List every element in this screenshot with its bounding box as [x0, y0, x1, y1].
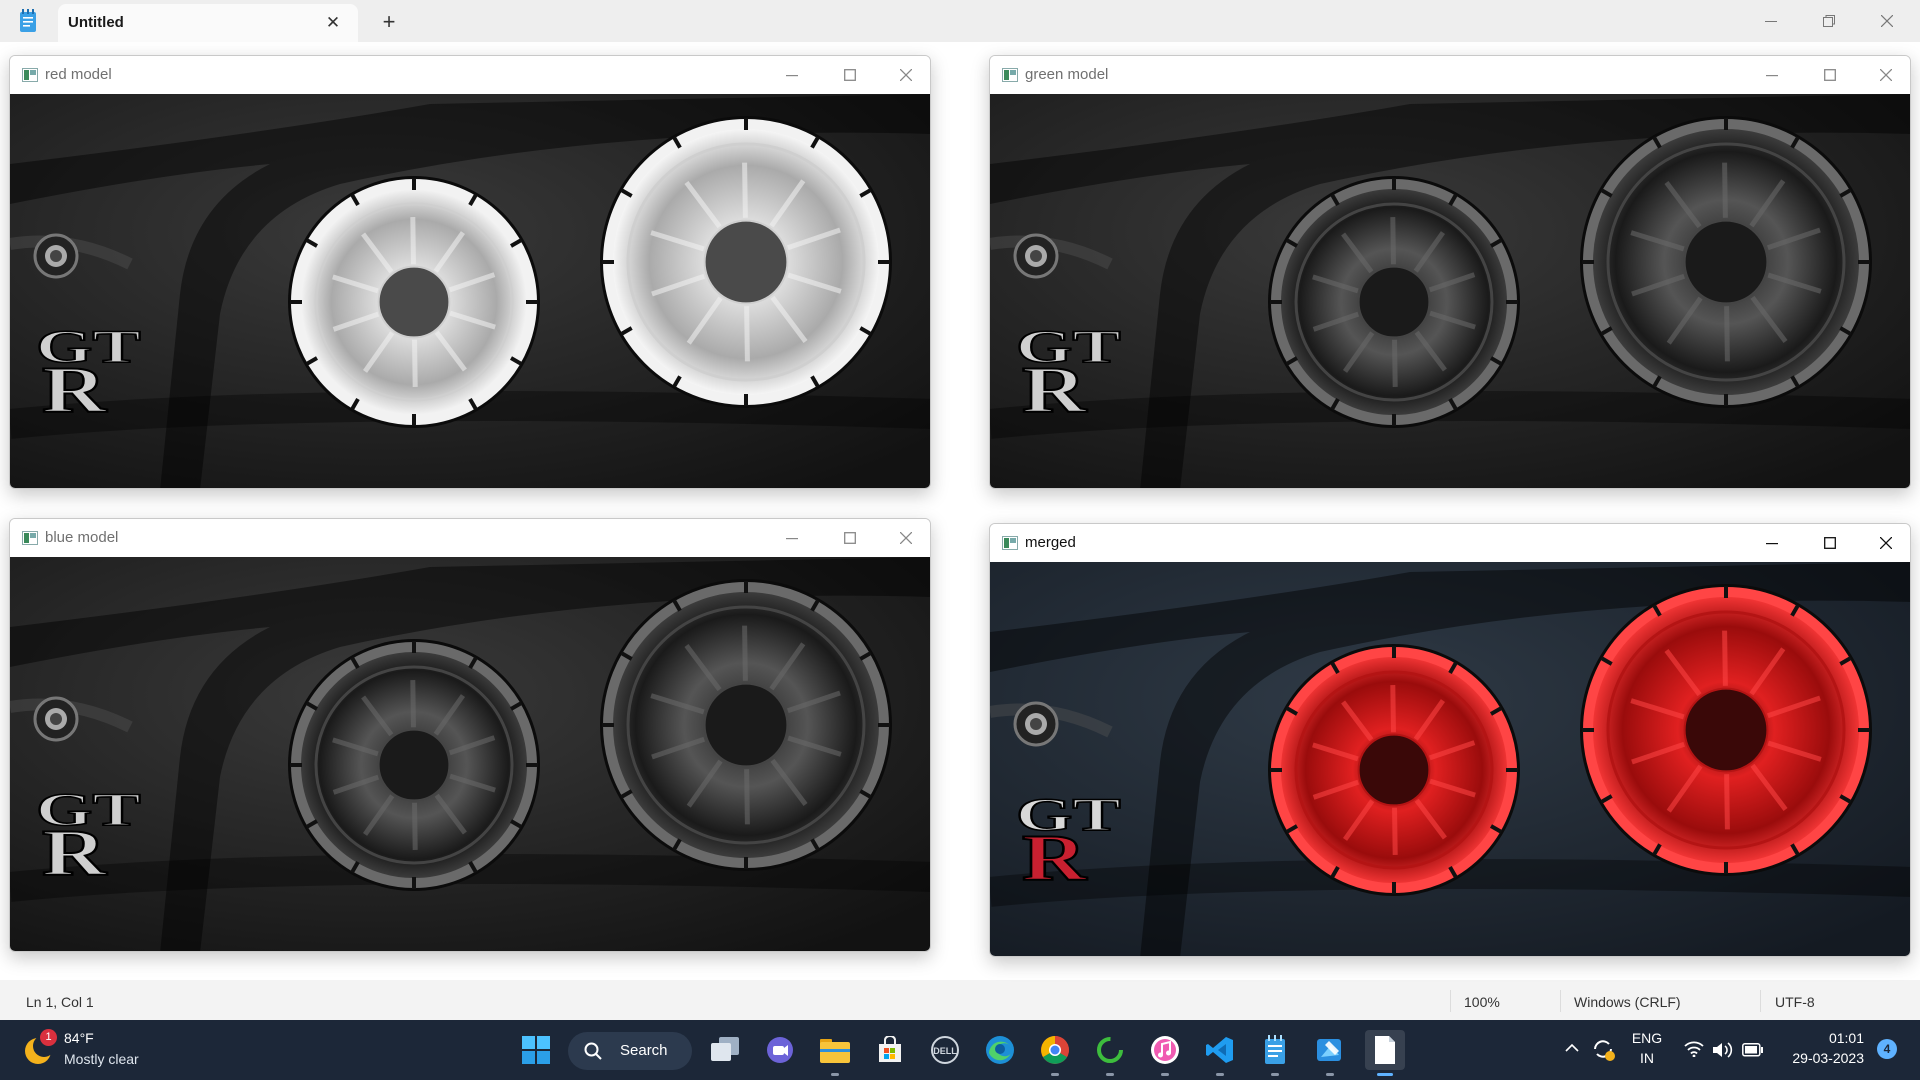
- language-code: ENG: [1631, 1030, 1663, 1046]
- window-title: blue model: [45, 529, 119, 546]
- svg-text:R: R: [42, 816, 108, 889]
- blue-model-window[interactable]: blue model GT R: [9, 518, 931, 952]
- tab-untitled[interactable]: Untitled ✕: [58, 4, 358, 42]
- cursor-position: Ln 1, Col 1: [26, 994, 94, 1010]
- minimize-button[interactable]: [1750, 528, 1794, 558]
- chevron-up-icon[interactable]: [1564, 1040, 1580, 1061]
- itunes-icon[interactable]: [1145, 1030, 1185, 1076]
- merged-channel-image: GT R: [990, 562, 1910, 956]
- opencv-window-icon: [1002, 536, 1018, 550]
- battery-icon[interactable]: [1742, 1043, 1764, 1062]
- edge-icon[interactable]: [980, 1030, 1020, 1070]
- opencv-window-icon: [1002, 68, 1018, 82]
- document-icon[interactable]: [1365, 1030, 1405, 1076]
- svg-text:R: R: [1022, 821, 1088, 894]
- tab-title: Untitled: [68, 14, 124, 31]
- opencv-window-icon: [22, 68, 38, 82]
- volume-icon[interactable]: [1712, 1041, 1734, 1064]
- green-channel-image: GT R: [990, 94, 1910, 488]
- chat-icon[interactable]: [760, 1030, 800, 1070]
- status-divider: [1560, 990, 1561, 1012]
- language-indicator[interactable]: ENG IN: [1622, 1028, 1672, 1068]
- svg-text:R: R: [42, 353, 108, 426]
- window-titlebar[interactable]: green model: [990, 56, 1910, 94]
- green-model-window[interactable]: green model GT R: [989, 55, 1911, 489]
- minimize-button[interactable]: [1748, 6, 1794, 36]
- notification-badge[interactable]: 4: [1877, 1039, 1897, 1059]
- window-titlebar[interactable]: merged: [990, 524, 1910, 562]
- maximize-button[interactable]: [828, 60, 872, 90]
- minimize-button[interactable]: [1750, 60, 1794, 90]
- maximize-button[interactable]: [828, 523, 872, 553]
- search-box[interactable]: Search: [568, 1032, 692, 1070]
- weather-condition[interactable]: Mostly clear: [64, 1051, 139, 1067]
- dell-icon[interactable]: DELL: [925, 1030, 965, 1070]
- paint-icon[interactable]: [1310, 1030, 1350, 1076]
- store-icon[interactable]: [870, 1030, 910, 1070]
- maximize-button[interactable]: [1808, 60, 1852, 90]
- minimize-button[interactable]: [770, 523, 814, 553]
- taskbar: 1 84°F Mostly clear Search DELL ENG IN 0…: [0, 1020, 1920, 1080]
- close-button[interactable]: [1864, 528, 1908, 558]
- encoding: UTF-8: [1775, 994, 1815, 1010]
- start-icon[interactable]: [516, 1030, 556, 1070]
- maximize-button[interactable]: [1808, 528, 1852, 558]
- clock-date: 29-03-2023: [1792, 1050, 1864, 1066]
- search-label: Search: [620, 1042, 668, 1059]
- weather-temp[interactable]: 84°F: [64, 1030, 94, 1046]
- sync-status-icon[interactable]: [1590, 1036, 1616, 1067]
- line-ending: Windows (CRLF): [1574, 994, 1681, 1010]
- status-divider: [1450, 990, 1451, 1012]
- language-region: IN: [1640, 1050, 1654, 1066]
- close-button[interactable]: [884, 523, 928, 553]
- notepad-titlebar: Untitled ✕ +: [0, 0, 1920, 42]
- svg-text:R: R: [1022, 353, 1088, 426]
- vscode-icon[interactable]: [1200, 1030, 1240, 1076]
- window-titlebar[interactable]: blue model: [10, 519, 930, 557]
- svg-text:DELL: DELL: [933, 1046, 957, 1056]
- search-icon: [584, 1042, 602, 1064]
- task-view-icon[interactable]: [705, 1030, 745, 1070]
- notepad-icon[interactable]: [1255, 1030, 1295, 1076]
- red-model-window[interactable]: red model GT R: [9, 55, 931, 489]
- system-clock[interactable]: 01:01 29-03-2023: [1770, 1028, 1864, 1068]
- restore-button[interactable]: [1806, 6, 1852, 36]
- window-titlebar[interactable]: red model: [10, 56, 930, 94]
- close-tab-icon[interactable]: ✕: [320, 10, 346, 36]
- new-tab-button[interactable]: +: [376, 9, 402, 35]
- window-title: red model: [45, 66, 112, 83]
- close-window-button[interactable]: [1864, 6, 1910, 36]
- clock-time: 01:01: [1828, 1030, 1864, 1046]
- opencv-window-icon: [22, 531, 38, 545]
- notepad-app-icon: [18, 9, 38, 33]
- merged-window[interactable]: merged GT R: [989, 523, 1911, 957]
- wifi-icon[interactable]: [1684, 1041, 1704, 1062]
- close-button[interactable]: [1864, 60, 1908, 90]
- file-explorer-icon[interactable]: [815, 1030, 855, 1076]
- minimize-button[interactable]: [770, 60, 814, 90]
- chrome-icon[interactable]: [1035, 1030, 1075, 1076]
- status-bar: Ln 1, Col 1 100% Windows (CRLF) UTF-8: [0, 982, 1920, 1020]
- window-title: green model: [1025, 66, 1109, 83]
- window-title: merged: [1025, 534, 1076, 551]
- sync-app-icon[interactable]: [1090, 1030, 1130, 1076]
- zoom-level: 100%: [1464, 994, 1500, 1010]
- weather-badge: 1: [40, 1029, 57, 1046]
- status-divider: [1760, 990, 1761, 1012]
- close-button[interactable]: [884, 60, 928, 90]
- red-channel-image: GT R: [10, 94, 930, 488]
- blue-channel-image: GT R: [10, 557, 930, 951]
